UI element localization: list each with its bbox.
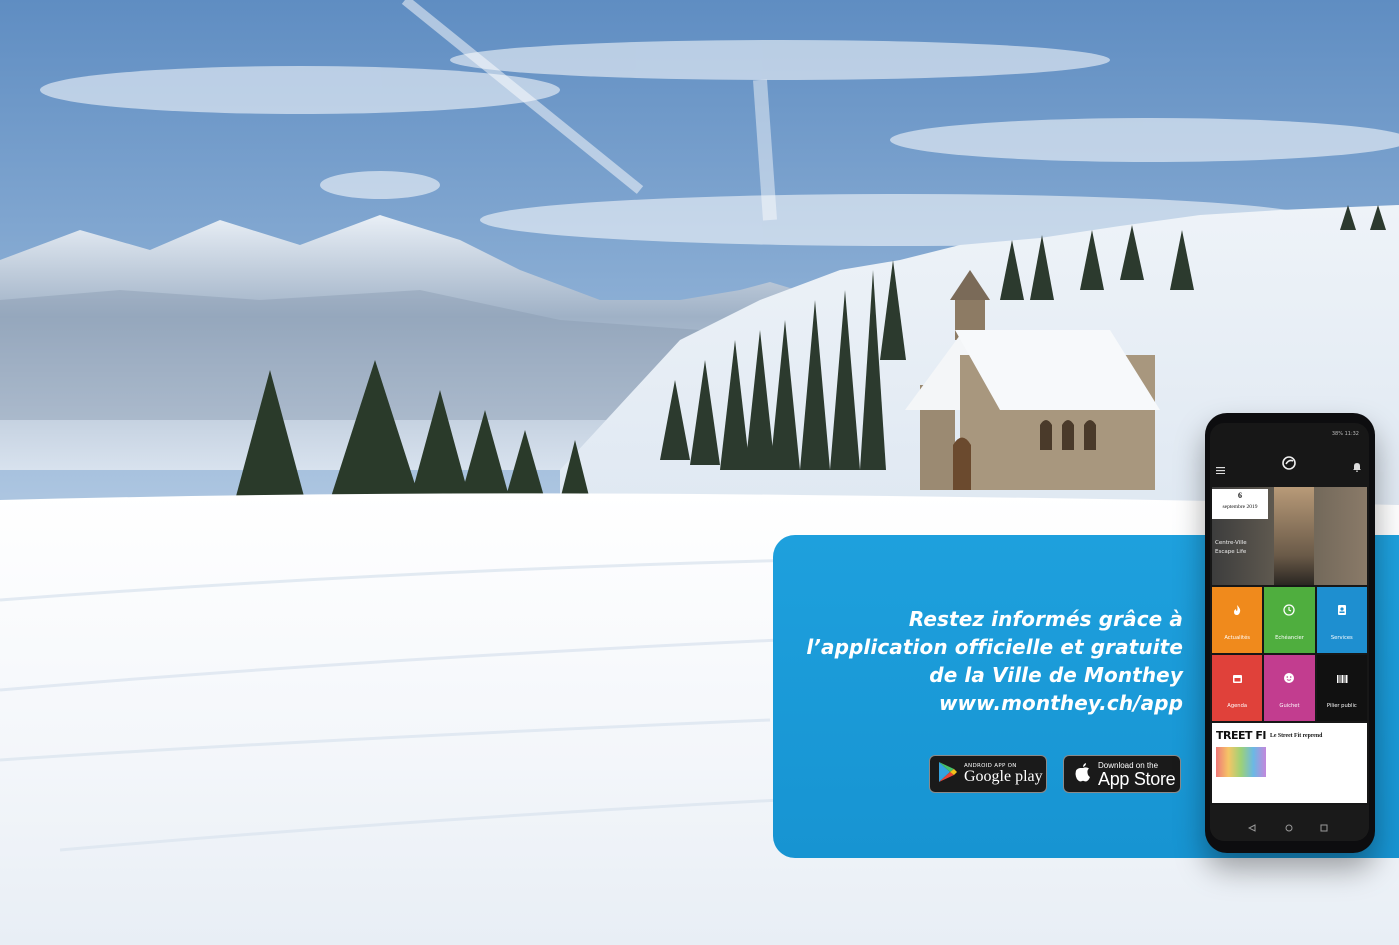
badge-icon: [1337, 601, 1347, 620]
tile-pilier-public[interactable]: Pilier public: [1316, 655, 1367, 721]
app-logo-icon: [1282, 455, 1296, 474]
event-caption-line-2: Escape Life: [1215, 549, 1247, 555]
news-thumbnail: [1216, 747, 1266, 777]
event-caption: Centre-Ville Escape Life: [1215, 539, 1247, 557]
flame-icon: [1232, 601, 1242, 620]
news-brand: TREET FI: [1216, 729, 1266, 742]
tile-echeancier[interactable]: Echéancier: [1264, 587, 1315, 653]
event-image: [1274, 487, 1314, 585]
promo-line-3: de la Ville de Monthey: [929, 663, 1183, 687]
promo-line-2: l’application officielle et gratuite: [806, 635, 1183, 659]
tile-label: Pilier public: [1326, 703, 1357, 709]
app-store-text: App Store: [1098, 768, 1176, 789]
calendar-icon: [1232, 669, 1243, 688]
tile-guichet[interactable]: Guichet: [1264, 655, 1315, 721]
smartphone-mockup: 38% 11:32 6 septembre 2019 Centre-Ville …: [1205, 413, 1375, 853]
google-play-icon: [938, 761, 958, 787]
promo-line-1: Restez informés grâce à: [908, 607, 1183, 631]
barcode-icon: [1336, 669, 1348, 688]
promo-text: Restez informés grâce à l’application of…: [763, 605, 1183, 717]
event-month: septembre 2019: [1222, 504, 1258, 510]
tile-agenda[interactable]: Agenda: [1212, 655, 1263, 721]
news-item[interactable]: TREET FI Le Street Fit reprend: [1212, 723, 1367, 803]
notification-bell-icon[interactable]: [1353, 457, 1361, 476]
phone-screen: 38% 11:32 6 septembre 2019 Centre-Ville …: [1210, 423, 1369, 841]
tile-services[interactable]: Services: [1316, 587, 1367, 653]
tile-label: Agenda: [1227, 703, 1248, 709]
google-play-text: Google play: [964, 768, 1043, 785]
recents-icon[interactable]: [1320, 817, 1328, 836]
news-title: Le Street Fit reprend: [1270, 733, 1323, 739]
event-caption-line-1: Centre-Ville: [1215, 540, 1247, 546]
app-bar: [1210, 445, 1369, 475]
back-icon[interactable]: [1247, 817, 1256, 836]
face-icon: [1283, 669, 1295, 688]
status-time: 11:32: [1344, 431, 1359, 437]
tile-actualites[interactable]: Actualités: [1212, 587, 1263, 653]
featured-event-card[interactable]: 6 septembre 2019 Centre-Ville Escape Lif…: [1212, 487, 1367, 585]
android-nav-bar: [1210, 805, 1369, 841]
app-menu-grid: Actualités Echéancier Services Agenda Gu…: [1212, 587, 1367, 721]
google-play-badge[interactable]: ANDROID APP ON Google play: [929, 755, 1047, 793]
event-date: 6 septembre 2019: [1212, 489, 1268, 519]
home-icon[interactable]: [1285, 817, 1293, 836]
app-store-badge[interactable]: Download on the App Store: [1063, 755, 1181, 793]
tile-label: Echéancier: [1275, 635, 1304, 641]
clock-icon: [1283, 601, 1296, 620]
tile-label: Guichet: [1279, 703, 1300, 709]
tile-label: Actualités: [1224, 635, 1250, 641]
promo-app-link[interactable]: www.monthey.ch/app: [763, 689, 1183, 717]
status-bar: 38% 11:32: [1210, 423, 1369, 441]
event-day: 6: [1238, 491, 1242, 500]
tile-label: Services: [1330, 635, 1353, 641]
apple-icon: [1074, 761, 1092, 787]
menu-icon[interactable]: [1216, 459, 1225, 478]
battery-level: 38%: [1331, 431, 1343, 437]
